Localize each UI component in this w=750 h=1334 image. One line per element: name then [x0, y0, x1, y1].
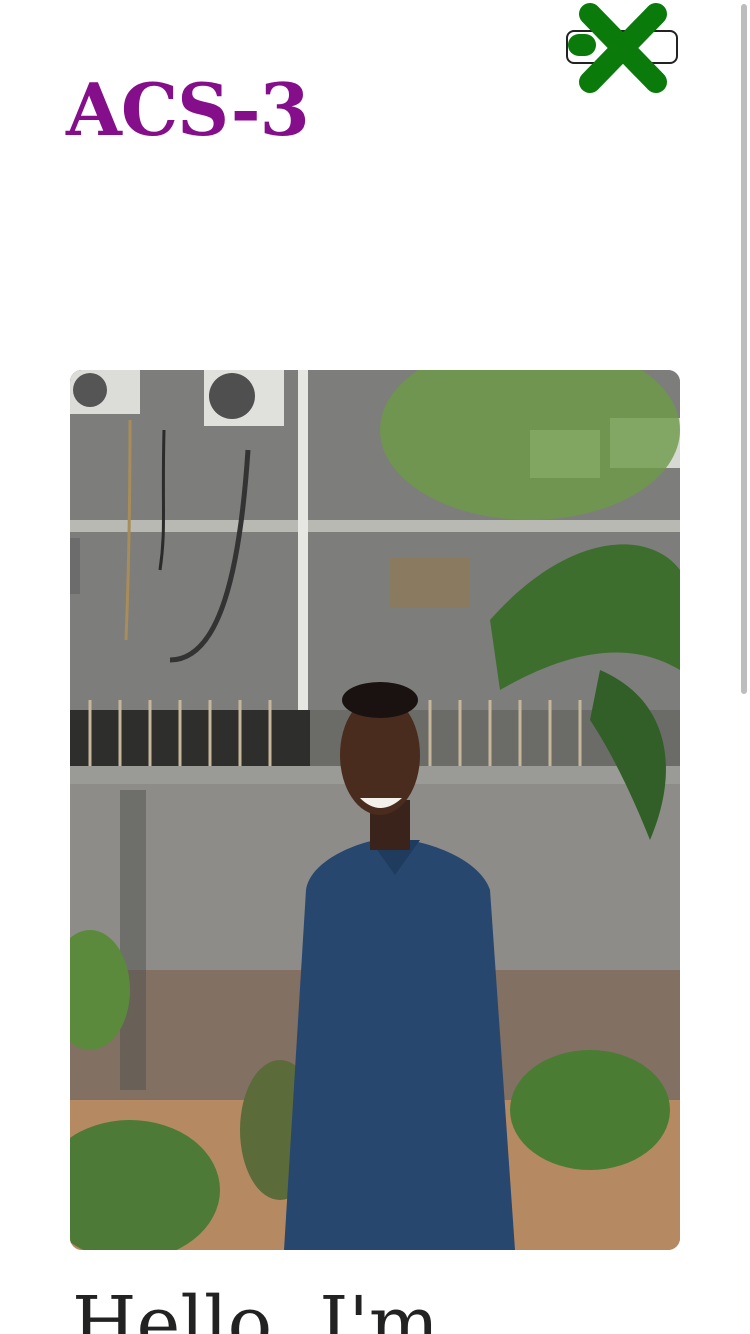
close-icon-bar-left [568, 34, 596, 56]
site-logo[interactable]: ACS-3 [66, 70, 310, 150]
hero-greeting: Hello, I'm [72, 1281, 440, 1334]
profile-photo [70, 370, 680, 1250]
scrollbar-thumb[interactable] [741, 4, 747, 694]
close-icon[interactable] [566, 0, 680, 96]
